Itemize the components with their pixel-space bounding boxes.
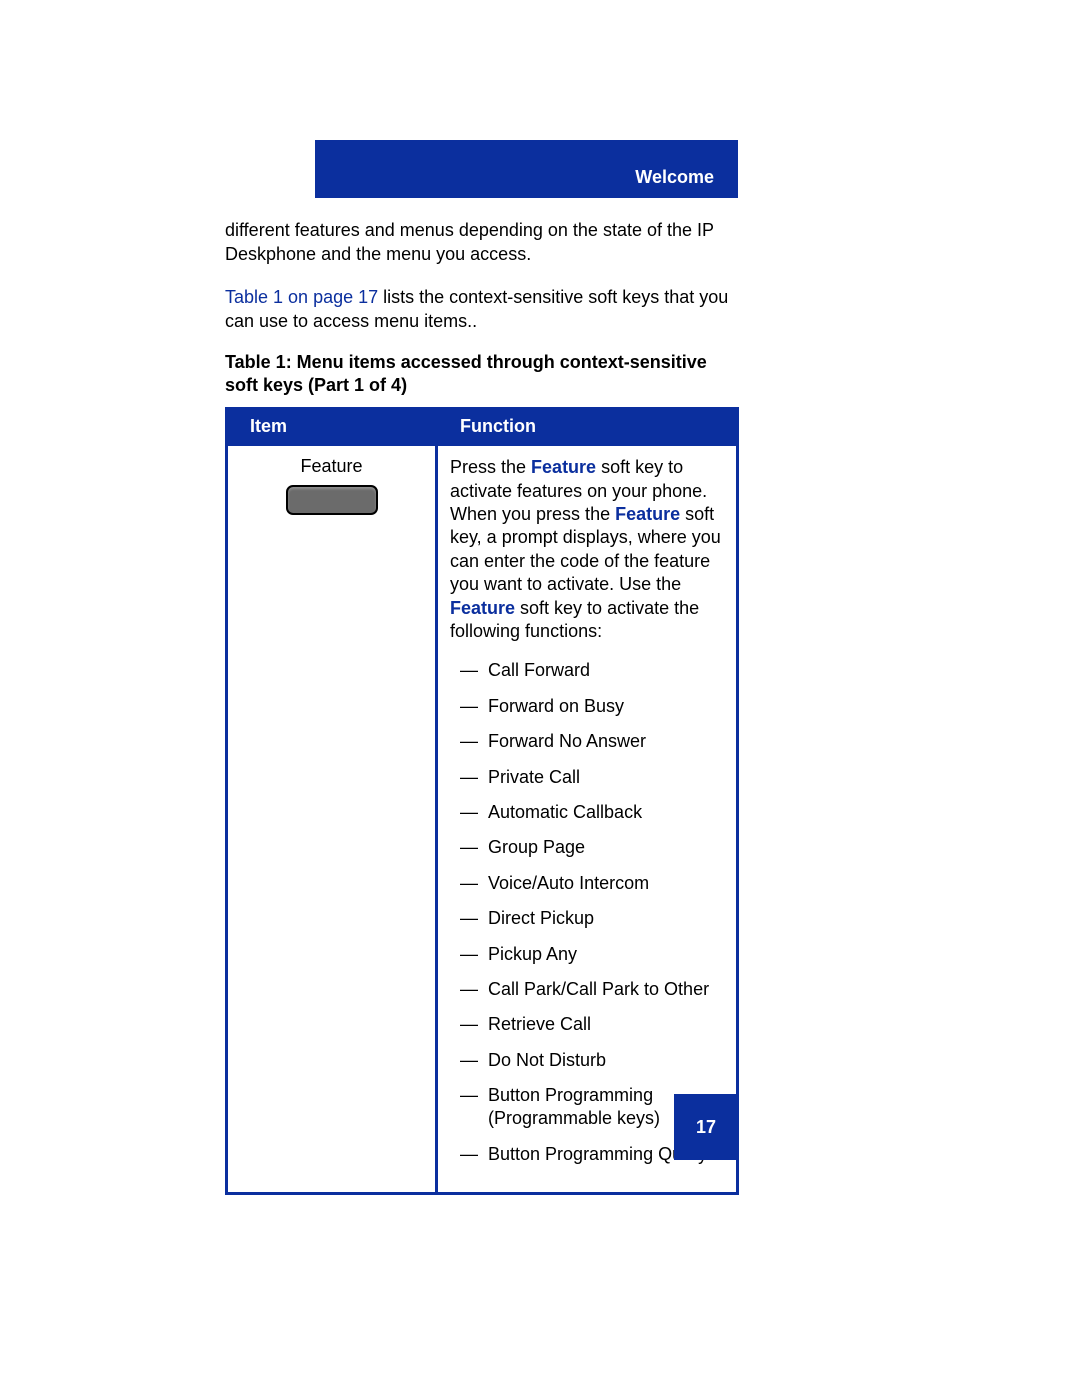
- list-item: Direct Pickup: [450, 907, 724, 930]
- keyword-feature: Feature: [450, 598, 515, 618]
- list-item: Retrieve Call: [450, 1013, 724, 1036]
- page-number-box: 17: [674, 1094, 738, 1160]
- page-number: 17: [696, 1117, 716, 1138]
- text-seg: Press the: [450, 457, 531, 477]
- cell-item: Feature: [227, 445, 437, 1194]
- list-item: Group Page: [450, 836, 724, 859]
- keyword-feature: Feature: [615, 504, 680, 524]
- list-item: Automatic Callback: [450, 801, 724, 824]
- header-banner: Welcome: [315, 140, 738, 198]
- keyword-feature: Feature: [531, 457, 596, 477]
- body-content: different features and menus depending o…: [225, 218, 739, 1195]
- item-label: Feature: [240, 456, 423, 477]
- list-item: Pickup Any: [450, 943, 724, 966]
- column-header-function: Function: [437, 409, 738, 445]
- paragraph-1: different features and menus depending o…: [225, 218, 739, 267]
- list-item: Forward No Answer: [450, 730, 724, 753]
- list-item: Call Forward: [450, 659, 724, 682]
- paragraph-2: Table 1 on page 17 lists the context-sen…: [225, 285, 739, 334]
- softkey-button-icon: [286, 485, 378, 515]
- document-page: Welcome different features and menus dep…: [0, 0, 1080, 1397]
- function-description: Press the Feature soft key to activate f…: [450, 456, 724, 643]
- column-header-item: Item: [227, 409, 437, 445]
- table-caption: Table 1: Menu items accessed through con…: [225, 351, 739, 397]
- softkey-table: Item Function Feature Press the Feature …: [225, 407, 739, 1195]
- list-item: Call Park/Call Park to Other: [450, 978, 724, 1001]
- table-crossref-link[interactable]: Table 1 on page 17: [225, 287, 378, 307]
- list-item: Private Call: [450, 766, 724, 789]
- list-item: Voice/Auto Intercom: [450, 872, 724, 895]
- list-item: Forward on Busy: [450, 695, 724, 718]
- list-item: Do Not Disturb: [450, 1049, 724, 1072]
- table-row: Feature Press the Feature soft key to ac…: [227, 445, 738, 1194]
- section-title: Welcome: [635, 167, 714, 188]
- cell-function: Press the Feature soft key to activate f…: [437, 445, 738, 1194]
- function-list: Call Forward Forward on Busy Forward No …: [450, 659, 724, 1166]
